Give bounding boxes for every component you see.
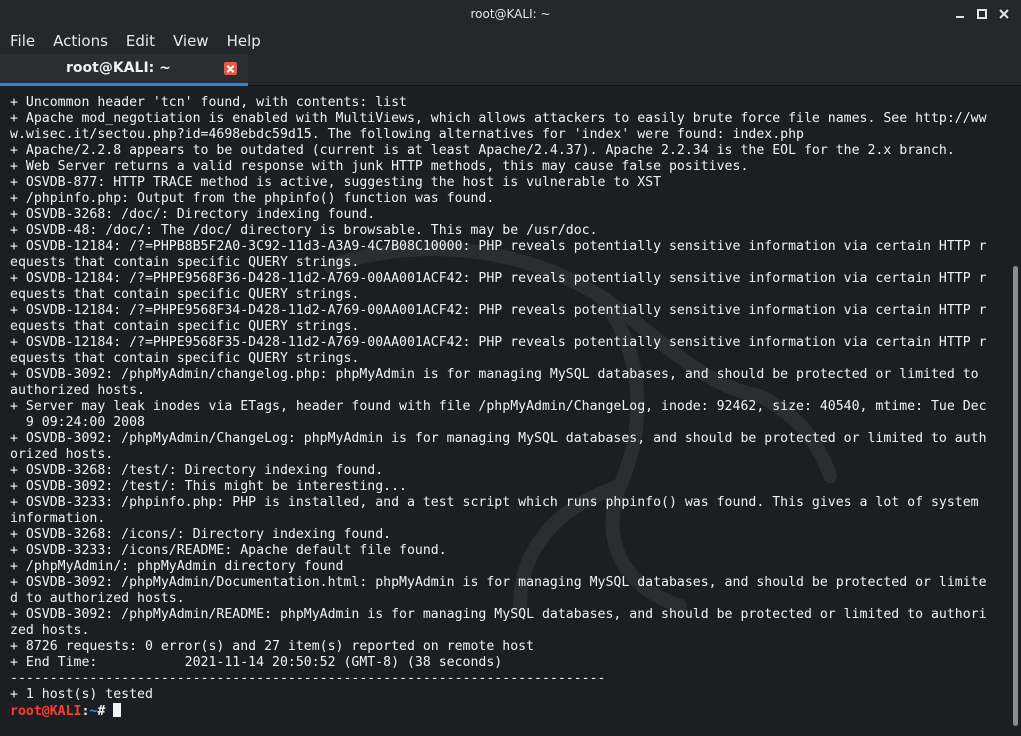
menu-actions[interactable]: Actions: [43, 28, 116, 54]
output-line: + OSVDB-3268: /icons/: Directory indexin…: [10, 527, 392, 542]
tab-close-button[interactable]: [224, 62, 237, 75]
output-line: + OSVDB-3233: /phpinfo.php: PHP is insta…: [10, 495, 979, 510]
output-line: zed hosts.: [10, 623, 90, 638]
output-line: authorized hosts.: [10, 383, 145, 398]
output-line: + Apache/2.2.8 appears to be outdated (c…: [10, 143, 955, 158]
maximize-icon: [977, 9, 987, 19]
output-line: + /phpinfo.php: Output from the phpinfo(…: [10, 191, 495, 206]
output-line: + OSVDB-3092: /phpMyAdmin/Documentation.…: [10, 575, 987, 590]
output-line: + OSVDB-3092: /phpMyAdmin/changelog.php:…: [10, 367, 979, 382]
output-line: d to authorized hosts.: [10, 591, 185, 606]
shell-prompt[interactable]: root@KALI:~#: [10, 703, 1002, 719]
output-line: + OSVDB-877: HTTP TRACE method is active…: [10, 175, 662, 190]
menu-bar: File Actions Edit View Help: [0, 28, 1021, 54]
prompt-char: #: [97, 704, 114, 719]
terminal-area[interactable]: + Uncommon header 'tcn' found, with cont…: [0, 86, 1011, 736]
output-line: + OSVDB-12184: /?=PHPE9568F34-D428-11d2-…: [10, 303, 987, 318]
output-line: + OSVDB-12184: /?=PHPB8B5F2A0-3C92-11d3-…: [10, 239, 987, 254]
window-controls: [949, 0, 1015, 28]
output-line: + Server may leak inodes via ETags, head…: [10, 399, 987, 414]
title-bar[interactable]: root@KALI: ~: [0, 0, 1021, 28]
output-line: + Uncommon header 'tcn' found, with cont…: [10, 95, 407, 110]
output-line: + OSVDB-3233: /icons/README: Apache defa…: [10, 543, 447, 558]
menu-help[interactable]: Help: [217, 28, 269, 54]
output-line: + OSVDB-3092: /test/: This might be inte…: [10, 479, 407, 494]
output-line: 9 09:24:00 2008: [10, 415, 145, 430]
output-line: + End Time: 2021-11-14 20:50:52 (GMT-8) …: [10, 655, 503, 670]
menu-view[interactable]: View: [163, 28, 217, 54]
output-line: + OSVDB-48: /doc/: The /doc/ directory i…: [10, 223, 598, 238]
output-line: information.: [10, 511, 106, 526]
close-icon: [999, 9, 1009, 19]
output-line: + Apache mod_negotiation is enabled with…: [10, 111, 987, 126]
output-line: + OSVDB-3092: /phpMyAdmin/README: phpMyA…: [10, 607, 987, 622]
maximize-button[interactable]: [971, 3, 993, 25]
scrollbar[interactable]: [1011, 86, 1021, 736]
minimize-icon: [956, 15, 964, 18]
text-cursor: [113, 703, 122, 717]
output-line: + OSVDB-3092: /phpMyAdmin/ChangeLog: php…: [10, 431, 987, 446]
window-title: root@KALI: ~: [470, 7, 551, 21]
menu-edit[interactable]: Edit: [116, 28, 163, 54]
prompt-user: root@KALI: [10, 704, 82, 719]
tab-terminal[interactable]: root@KALI: ~: [0, 54, 248, 86]
output-line: + Web Server returns a valid response wi…: [10, 159, 749, 174]
output-line: + OSVDB-12184: /?=PHPE9568F35-D428-11d2-…: [10, 335, 987, 350]
close-window-button[interactable]: [993, 3, 1015, 25]
output-line: + OSVDB-12184: /?=PHPE9568F36-D428-11d2-…: [10, 271, 987, 286]
output-line: orized hosts.: [10, 447, 114, 462]
output-line: equests that contain specific QUERY stri…: [10, 319, 360, 334]
output-line: + OSVDB-3268: /doc/: Directory indexing …: [10, 207, 376, 222]
terminal-window: root@KALI: ~ File Actions Edit View Help…: [0, 0, 1021, 736]
minimize-button[interactable]: [949, 3, 971, 25]
output-line: + 1 host(s) tested: [10, 687, 153, 702]
output-line: equests that contain specific QUERY stri…: [10, 351, 360, 366]
output-line: w.wisec.it/sectou.php?id=4698ebdc59d15. …: [10, 127, 804, 142]
scrollbar-thumb[interactable]: [1013, 266, 1018, 726]
menu-file[interactable]: File: [0, 28, 43, 54]
output-line: + 8726 requests: 0 error(s) and 27 item(…: [10, 639, 535, 654]
output-line: + /phpMyAdmin/: phpMyAdmin directory fou…: [10, 559, 344, 574]
output-line: equests that contain specific QUERY stri…: [10, 287, 360, 302]
tab-bar: root@KALI: ~: [0, 54, 1021, 86]
tab-label: root@KALI: ~: [66, 60, 171, 76]
output-line: equests that contain specific QUERY stri…: [10, 255, 360, 270]
output-line: + OSVDB-3268: /test/: Directory indexing…: [10, 463, 384, 478]
terminal-output: + Uncommon header 'tcn' found, with cont…: [10, 95, 1002, 719]
output-line: ----------------------------------------…: [10, 671, 606, 686]
